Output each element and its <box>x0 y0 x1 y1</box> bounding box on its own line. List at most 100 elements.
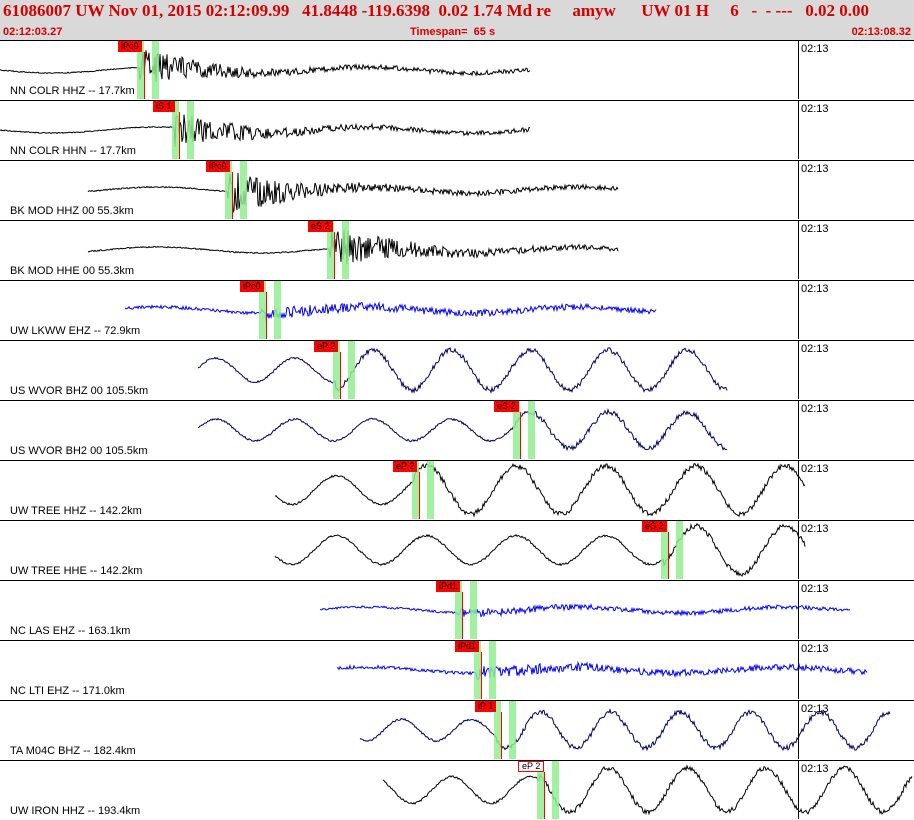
channel-label: NN COLR HHZ -- 17.7km <box>10 85 135 97</box>
channel-label: BK MOD HHE 00 55.3km <box>10 265 135 277</box>
seismogram-line <box>336 660 868 680</box>
seismogram-line <box>197 347 728 394</box>
waveform-panel[interactable]: iPd1 02:13 NC LTI EHZ -- 171.0km <box>0 640 914 699</box>
time-tick-label: 02:13 <box>801 643 829 655</box>
channel-label: NC LTI EHZ -- 171.0km <box>10 685 125 697</box>
phase-pick-label[interactable]: eP 2 <box>314 341 339 352</box>
phase-pick-label[interactable]: iS 1 <box>153 101 175 112</box>
phase-pick-label[interactable]: iPd1 <box>455 641 480 652</box>
phase-pick-label[interactable]: iPc0 <box>118 41 142 52</box>
waveform-panel[interactable]: iPc0 02:13 UW LKWW EHZ -- 72.9km <box>0 280 914 339</box>
time-gridline <box>798 641 799 699</box>
time-gridline <box>798 101 799 159</box>
seismogram-line <box>382 764 913 816</box>
time-tick-label: 02:13 <box>801 763 829 775</box>
channel-label: NN COLR HHN -- 17.7km <box>10 145 136 157</box>
time-tick-label: 02:13 <box>801 103 829 115</box>
time-tick-label: 02:13 <box>801 523 829 535</box>
seismogram-line <box>87 228 619 265</box>
seismogram-line <box>274 462 806 518</box>
phase-window-marker[interactable] <box>187 101 194 159</box>
channel-label: UW TREE HHE -- 142.2km <box>10 565 143 577</box>
phase-window-marker[interactable] <box>676 521 683 579</box>
seismogram-line <box>197 407 728 452</box>
phase-pick-label[interactable]: eS 2 <box>642 521 667 532</box>
phase-window-marker[interactable] <box>470 581 477 639</box>
phase-pick-label[interactable]: eP 2 <box>393 461 418 472</box>
pick-line[interactable] <box>462 592 463 639</box>
pick-line[interactable] <box>179 112 180 159</box>
waveform-panel[interactable]: eP 2 02:13 UW IRON HHZ -- 193.4km <box>0 760 914 819</box>
waveform-panel[interactable]: eS 2 02:13 UW TREE HHE -- 142.2km <box>0 520 914 579</box>
time-tick-label: 02:13 <box>801 583 829 595</box>
pick-line[interactable] <box>544 772 545 819</box>
waveform-panel[interactable]: iPc0 02:13 NN COLR HHZ -- 17.7km <box>0 40 914 99</box>
waveform-panel[interactable]: eS 2 02:13 BK MOD HHE 00 55.3km <box>0 220 914 279</box>
start-time: 02:12:03.27 <box>3 26 63 38</box>
time-tick-label: 02:13 <box>801 163 829 175</box>
pick-line[interactable] <box>520 412 521 459</box>
phase-pick-label[interactable]: eS 2 <box>308 221 333 232</box>
pick-line[interactable] <box>144 52 145 99</box>
timespan-label: Timespan= 65 s <box>410 26 496 38</box>
time-gridline <box>798 221 799 279</box>
phase-pick-label[interactable]: iP 1 <box>475 701 497 712</box>
pick-line[interactable] <box>266 292 267 339</box>
time-gridline <box>798 341 799 399</box>
channel-label: NC LAS EHZ -- 163.1km <box>10 625 131 637</box>
time-gridline <box>798 281 799 339</box>
phase-window-marker[interactable] <box>528 401 535 459</box>
event-summary: 61086007 UW Nov 01, 2015 02:12:09.99 41.… <box>3 1 870 20</box>
pick-line[interactable] <box>481 652 482 699</box>
seismogram-line <box>274 522 806 577</box>
channel-label: US WVOR BH2 00 105.5km <box>10 445 148 457</box>
phase-window-marker[interactable] <box>348 341 355 399</box>
waveform-panel[interactable]: iPc0 02:13 BK MOD HHZ 00 55.3km <box>0 160 914 219</box>
waveform-panel[interactable]: iPd1 02:13 NC LAS EHZ -- 163.1km <box>0 580 914 639</box>
waveform-panel[interactable]: iS 1 02:13 NN COLR HHN -- 17.7km <box>0 100 914 159</box>
channel-label: UW TREE HHZ -- 142.2km <box>10 505 142 517</box>
seismogram-line <box>359 708 891 752</box>
phase-window-marker[interactable] <box>240 161 247 219</box>
waveform-panel[interactable]: iP 1 02:13 TA M04C BHZ -- 182.4km <box>0 700 914 759</box>
time-tick-label: 02:13 <box>801 223 829 235</box>
time-tick-label: 02:13 <box>801 403 829 415</box>
seismogram-line <box>87 172 619 213</box>
phase-pick-label[interactable]: eP 2 <box>518 761 545 772</box>
phase-pick-label[interactable]: eS 2 <box>494 401 519 412</box>
phase-window-marker[interactable] <box>552 761 559 819</box>
pick-line[interactable] <box>334 232 335 279</box>
time-gridline <box>798 461 799 519</box>
time-gridline <box>798 701 799 759</box>
phase-pick-label[interactable]: iPc0 <box>240 281 264 292</box>
waveform-panel[interactable]: eP 2 02:13 UW TREE HHZ -- 142.2km <box>0 460 914 519</box>
pick-line[interactable] <box>419 472 420 519</box>
pick-line[interactable] <box>232 172 233 219</box>
phase-window-marker[interactable] <box>489 641 496 699</box>
time-tick-label: 02:13 <box>801 343 829 355</box>
phase-pick-label[interactable]: iPc0 <box>206 161 230 172</box>
time-gridline <box>798 761 799 819</box>
phase-window-marker[interactable] <box>342 221 349 279</box>
phase-window-marker[interactable] <box>509 701 516 759</box>
waveform-panel[interactable]: eS 2 02:13 US WVOR BH2 00 105.5km <box>0 400 914 459</box>
time-gridline <box>798 521 799 579</box>
waveform-panel[interactable]: eP 2 02:13 US WVOR BHZ 00 105.5km <box>0 340 914 399</box>
phase-window-marker[interactable] <box>274 281 281 339</box>
phase-window-marker[interactable] <box>427 461 434 519</box>
seismogram-line <box>0 114 531 147</box>
seismogram-line <box>319 603 851 618</box>
pick-line[interactable] <box>668 532 669 579</box>
header-bar: 61086007 UW Nov 01, 2015 02:12:09.99 41.… <box>0 0 914 40</box>
time-gridline <box>798 581 799 639</box>
time-tick-label: 02:13 <box>801 703 829 715</box>
time-gridline <box>798 401 799 459</box>
waveform-trace <box>87 228 619 265</box>
waveform-trace <box>359 708 891 752</box>
phase-pick-label[interactable]: iPd1 <box>436 581 461 592</box>
channel-label: UW IRON HHZ -- 193.4km <box>10 805 141 817</box>
phase-window-marker[interactable] <box>152 41 159 99</box>
pick-line[interactable] <box>501 712 502 759</box>
channel-label: TA M04C BHZ -- 182.4km <box>10 745 136 757</box>
pick-line[interactable] <box>340 352 341 399</box>
